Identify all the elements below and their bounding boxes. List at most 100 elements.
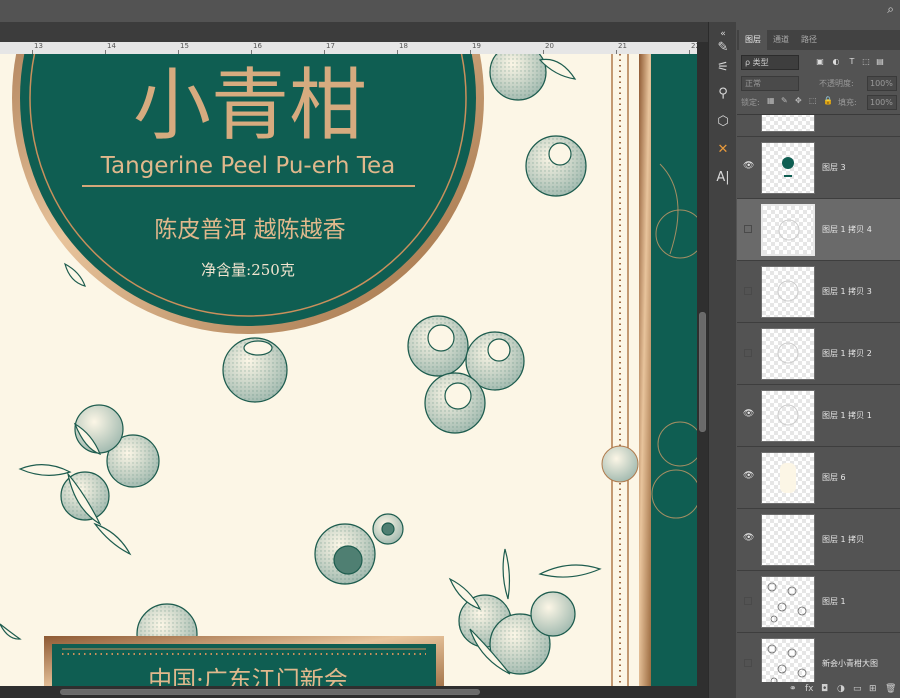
lock-transparent-icon[interactable]: ▦ [767,96,775,105]
filter-type-select[interactable]: ρ 类型 [741,55,799,70]
layer-row[interactable]: 图层 1 [737,571,900,633]
ruler-tick-label: 14 [107,42,116,50]
opacity-field[interactable]: 100% [867,76,897,91]
layer-name[interactable]: 图层 3 [822,162,846,173]
layer-thumbnail [761,390,815,442]
layer-thumbnail [761,142,815,194]
visibility-eye-icon[interactable]: 👁 [743,409,754,419]
layer-row[interactable]: 图层 1 拷贝 2 [737,323,900,385]
layer-thumbnail [761,514,815,566]
lock-artboard-icon[interactable]: ⬚ [809,96,817,105]
adjust-sliders-icon[interactable]: ⚟ [713,58,733,78]
ruler-tick-label: 21 [618,42,627,50]
layer-name[interactable]: 图层 1 [822,596,846,607]
label-artwork: 小青柑 Tangerine Peel Pu-erh Tea 陈皮普洱 越陈越香 … [0,54,697,686]
scroll-thumb[interactable] [60,689,480,695]
link-icon[interactable]: ⚭ [789,684,797,694]
tab-layers[interactable]: 图层 [739,30,767,50]
delete-icon[interactable]: 🗑 [885,684,896,694]
lock-all-icon[interactable]: 🔒 [823,96,833,105]
visibility-toggle[interactable] [744,287,752,295]
adjustment-filter-icon[interactable]: ◐ [831,56,841,68]
scroll-thumb[interactable] [699,312,706,432]
character-icon[interactable]: A| [713,168,733,188]
pixel-filter-icon[interactable]: ▣ [815,56,825,68]
product-title: 小青柑 [133,61,367,151]
fruit-illustration [530,591,576,637]
visibility-eye-icon[interactable]: 👁 [743,161,754,171]
search-icon[interactable]: ⌕ [887,2,894,17]
layer-thumbnail [761,115,815,132]
layer-row[interactable]: 👁 图层 1 拷贝 1 [737,385,900,447]
ruler-tick-label: 16 [253,42,262,50]
document-tab-strip [0,22,708,42]
document-canvas[interactable]: 小青柑 Tangerine Peel Pu-erh Tea 陈皮普洱 越陈越香 … [0,54,697,686]
layer-filter-row: ρ 类型 ▣ ◐ T ⬚ ▤ [741,55,896,71]
layer-row[interactable]: 图层 1 拷贝 3 [737,261,900,323]
ruler-tick-label: 17 [326,42,335,50]
3d-cube-icon[interactable]: ⬡ [713,112,733,132]
smart-object-filter-icon[interactable]: ▤ [875,56,885,68]
visibility-toggle[interactable] [744,225,752,233]
layer-name[interactable]: 图层 1 拷贝 1 [822,410,872,421]
fx-icon[interactable]: fx [805,684,814,694]
tab-channels[interactable]: 通道 [767,30,795,50]
ruler-tick-label: 19 [472,42,481,50]
lock-pixels-icon[interactable]: ✎ [781,96,788,105]
layer-name[interactable]: 图层 1 拷贝 2 [822,348,872,359]
ruler-tick-label: 15 [180,42,189,50]
layer-row[interactable]: 👁 图层 3 [737,137,900,199]
lock-row: 锁定: ▦ ✎ ✥ ⬚ 🔒 填充: 100% [741,95,897,111]
layer-name[interactable]: 新会小青柑大图 [822,658,878,669]
ruler-tick-label: 13 [34,42,43,50]
origin-text: 中国·广东江门新会 [148,666,348,686]
product-subtitle: Tangerine Peel Pu-erh Tea [100,153,395,179]
layer-name[interactable]: 图层 1 拷贝 4 [822,224,872,235]
adjustment-icon[interactable]: ◑ [837,684,845,694]
lock-label: 锁定: [741,98,760,107]
horizontal-ruler: 13141516171819202122 [0,42,697,54]
tools-icon[interactable]: ✕ [713,140,733,160]
layer-thumbnail [761,204,815,256]
fill-label: 填充: [838,98,857,107]
layer-row[interactable]: 👁 图层 1 拷贝 [737,509,900,571]
slogan: 陈皮普洱 越陈越香 [154,217,345,243]
layer-name[interactable]: 图层 1 拷贝 3 [822,286,872,297]
visibility-toggle[interactable] [744,597,752,605]
layer-row[interactable]: 👁 图层 6 [737,447,900,509]
visibility-toggle[interactable] [744,349,752,357]
folder-icon[interactable]: ▭ [853,684,862,694]
ruler-tick-label: 18 [399,42,408,50]
visibility-eye-icon[interactable]: 👁 [743,533,754,543]
visibility-toggle[interactable] [744,659,752,667]
tab-paths[interactable]: 路径 [795,30,823,50]
mask-icon[interactable]: ◘ [821,684,828,694]
clone-source-icon[interactable]: ⚲ [713,84,733,104]
layer-row[interactable]: 图层 1 拷贝 4 [737,199,900,261]
blend-row: 正常 不透明度: 100% [741,76,897,92]
layer-list: 👁 图层 3 图层 1 拷贝 4 图层 1 拷贝 3 图层 1 拷贝 2 👁 图层 1 拷贝… [737,114,900,698]
lock-position-icon[interactable]: ✥ [795,96,802,105]
horizontal-scrollbar[interactable] [0,686,708,698]
type-filter-icon[interactable]: T [847,56,857,68]
layers-bottom-bar: ⚭ fx ◘ ◑ ▭ ⊞ 🗑 [737,682,900,698]
tool-strip: « ✎ ⚟ ⚲ ⬡ ✕ A| [708,22,736,698]
right-border [601,54,697,686]
options-bar: ⌕ [0,0,900,22]
layer-thumbnail [761,576,815,628]
fill-field[interactable]: 100% [867,95,897,110]
new-layer-icon[interactable]: ⊞ [869,684,877,694]
brush-settings-icon[interactable]: ✎ [713,38,733,58]
shape-filter-icon[interactable]: ⬚ [861,56,871,68]
layer-name[interactable]: 图层 1 拷贝 [822,534,864,545]
net-weight: 净含量:250克 [201,261,295,279]
layer-thumbnail [761,452,815,504]
blend-mode-select[interactable]: 正常 [741,76,799,91]
layer-thumbnail [761,328,815,380]
layer-name[interactable]: 图层 6 [822,472,846,483]
vertical-scrollbar[interactable] [697,42,708,686]
visibility-eye-icon[interactable]: 👁 [743,471,754,481]
layer-thumbnail [761,266,815,318]
layer-row[interactable] [737,115,900,137]
opacity-label: 不透明度: [819,79,854,88]
